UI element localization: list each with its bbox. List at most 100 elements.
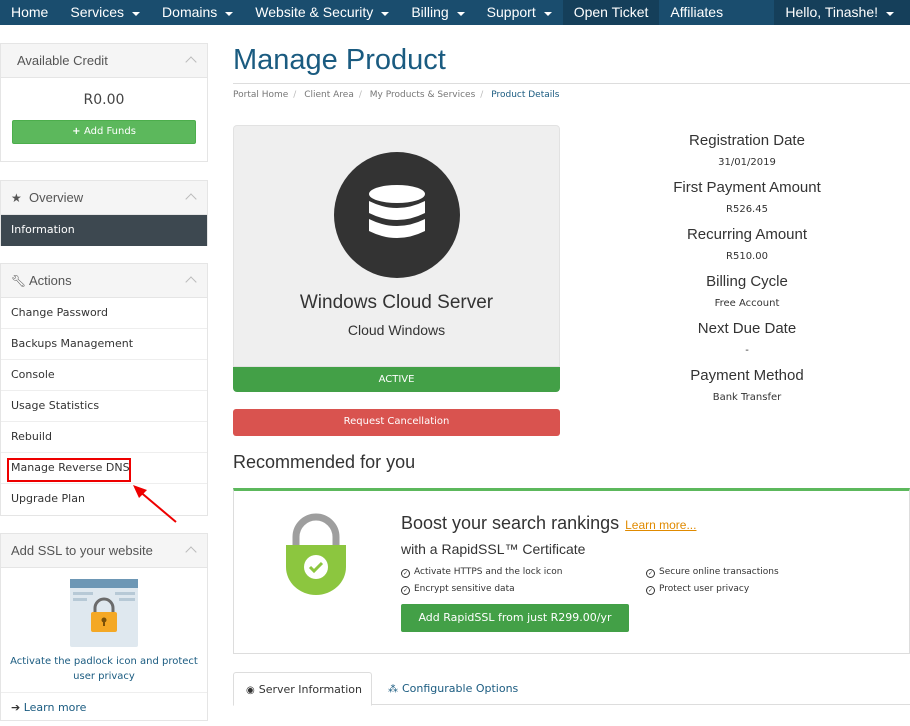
sidebar-item-change-password[interactable]: Change Password — [1, 298, 207, 329]
request-cancellation-button[interactable]: Request Cancellation — [233, 409, 560, 436]
overview-panel: ★ Overview Information — [0, 180, 208, 246]
chevron-up-icon — [185, 276, 197, 288]
tab-server-information[interactable]: ◉ Server Information — [233, 672, 372, 706]
credit-panel-header[interactable]: Available Credit — [1, 44, 207, 78]
detail-value: 31/01/2019 — [718, 157, 776, 168]
detail-value: - — [745, 345, 749, 356]
feature-text: Activate HTTPS and the lock icon — [414, 567, 563, 577]
feature-item: ✓ Encrypt sensitive data — [401, 584, 515, 595]
nav-services[interactable]: Services — [59, 0, 151, 25]
product-name: Windows Cloud Server — [299, 292, 494, 313]
add-rapidssl-button[interactable]: Add RapidSSL from just R299.00/yr — [401, 604, 629, 632]
nav-affiliates[interactable]: Affiliates — [659, 0, 734, 25]
ssl-learn-more-label: Learn more — [23, 701, 87, 714]
detail-value: R510.00 — [726, 251, 768, 262]
breadcrumb-product-details: Product Details — [491, 90, 560, 100]
nav-support-label: Support — [486, 4, 536, 20]
detail-label: First Payment Amount — [673, 179, 821, 196]
sidebar-item-console[interactable]: Console — [1, 360, 207, 391]
feature-item: ✓ Activate HTTPS and the lock icon — [401, 567, 562, 578]
chevron-up-icon — [185, 546, 197, 558]
nav-domains[interactable]: Domains — [151, 0, 244, 25]
check-circle-icon: ✓ — [401, 569, 410, 578]
nav-website-security[interactable]: Website & Security — [244, 0, 400, 25]
sidebar-item-rebuild[interactable]: Rebuild — [1, 422, 207, 453]
caret-down-icon — [381, 11, 390, 16]
nav-open-ticket[interactable]: Open Ticket — [562, 0, 660, 25]
caret-down-icon — [456, 11, 465, 16]
detail-label: Recurring Amount — [686, 226, 808, 243]
sidebar-item-label: Usage Statistics — [11, 399, 100, 412]
chevron-up-icon — [185, 193, 197, 205]
nav-domains-label: Domains — [162, 4, 218, 20]
credit-panel-title: Available Credit — [17, 53, 108, 68]
credit-panel: Available Credit R0.00 + Add Funds — [0, 43, 208, 162]
recommended-headline-text: Boost your search rankings — [401, 513, 620, 533]
add-funds-button[interactable]: + Add Funds — [12, 120, 196, 144]
nav-support[interactable]: Support — [476, 0, 563, 25]
breadcrumb: Portal Home / Client Area / My Products & … — [233, 90, 559, 100]
feature-text: Encrypt sensitive data — [414, 584, 515, 594]
check-circle-icon: ✓ — [646, 569, 655, 578]
detail-label: Billing Cycle — [706, 273, 788, 290]
detail-value: Free Account — [714, 298, 780, 309]
caret-down-icon — [886, 11, 894, 16]
sidebar-item-information[interactable]: Information — [1, 215, 207, 246]
chevron-up-icon — [185, 56, 197, 68]
plus-icon: + — [72, 126, 84, 137]
breadcrumb-products-services[interactable]: My Products & Services — [370, 90, 476, 100]
nav-open-ticket-label: Open Ticket — [573, 4, 649, 20]
secure-website-icon — [70, 579, 138, 647]
overview-panel-header[interactable]: ★ Overview — [1, 181, 207, 215]
nav-billing-label: Billing — [411, 4, 449, 20]
feature-item: ✓ Secure online transactions — [646, 567, 779, 578]
actions-panel-header[interactable]: 🔧︎ Actions — [1, 264, 207, 298]
ssl-panel-body: Activate the padlock icon and protect us… — [1, 568, 207, 723]
ssl-padlock-icon — [286, 513, 346, 595]
globe-icon: ◉ — [246, 685, 255, 696]
user-menu[interactable]: Hello, Tinashe! — [774, 0, 910, 25]
detail-value: Bank Transfer — [712, 392, 782, 403]
breadcrumb-portal-home[interactable]: Portal Home — [233, 90, 288, 100]
tab-label: Server Information — [258, 683, 362, 696]
recommended-title: Recommended for you — [233, 452, 416, 472]
sidebar-item-label: Rebuild — [11, 430, 52, 443]
breadcrumb-separator: / — [358, 90, 362, 100]
ssl-learn-more-link[interactable]: ➔ Learn more — [1, 692, 207, 723]
feature-text: Secure online transactions — [659, 567, 779, 577]
sidebar-item-label: Change Password — [11, 306, 108, 319]
recommended-learn-more-link[interactable]: Learn more... — [625, 518, 696, 532]
breadcrumb-separator: / — [480, 90, 484, 100]
ssl-promo-text[interactable]: Activate the padlock icon and protect us… — [1, 654, 207, 684]
feature-text: Protect user privacy — [659, 584, 750, 594]
sidebar-item-label: Backups Management — [11, 337, 134, 350]
wrench-icon: 🔧︎ — [11, 273, 27, 288]
annotation-highlight-box — [7, 458, 131, 482]
detail-label: Next Due Date — [697, 320, 797, 337]
title-divider — [233, 83, 910, 84]
nav-billing[interactable]: Billing — [400, 0, 475, 25]
recommended-headline: Boost your search rankings Learn more... — [401, 513, 696, 534]
database-icon — [334, 152, 460, 278]
arrow-right-icon: ➔ — [11, 701, 21, 714]
sidebar-item-backups-management[interactable]: Backups Management — [1, 329, 207, 360]
nav-affiliates-label: Affiliates — [670, 4, 724, 20]
sidebar-item-label: Upgrade Plan — [11, 492, 85, 505]
ssl-panel-title: Add SSL to your website — [11, 543, 153, 558]
ssl-panel: Add SSL to your website Activate the pad… — [0, 533, 208, 721]
caret-down-icon — [132, 11, 141, 16]
sidebar-item-label: Console — [11, 368, 55, 381]
caret-down-icon — [225, 11, 234, 16]
sidebar-item-usage-statistics[interactable]: Usage Statistics — [1, 391, 207, 422]
actions-panel-title: Actions — [29, 273, 72, 288]
ssl-panel-header[interactable]: Add SSL to your website — [1, 534, 207, 568]
breadcrumb-client-area[interactable]: Client Area — [304, 90, 354, 100]
top-navbar: Home Services Domains Website & Security… — [0, 0, 910, 25]
page-title: Manage Product — [233, 44, 446, 76]
nav-home[interactable]: Home — [0, 0, 59, 25]
cubes-icon: ⁂ — [388, 684, 398, 695]
tab-configurable-options[interactable]: ⁂ Configurable Options — [376, 672, 530, 706]
nav-home-label: Home — [11, 4, 49, 20]
feature-item: ✓ Protect user privacy — [646, 584, 749, 595]
detail-label: Registration Date — [689, 132, 805, 149]
